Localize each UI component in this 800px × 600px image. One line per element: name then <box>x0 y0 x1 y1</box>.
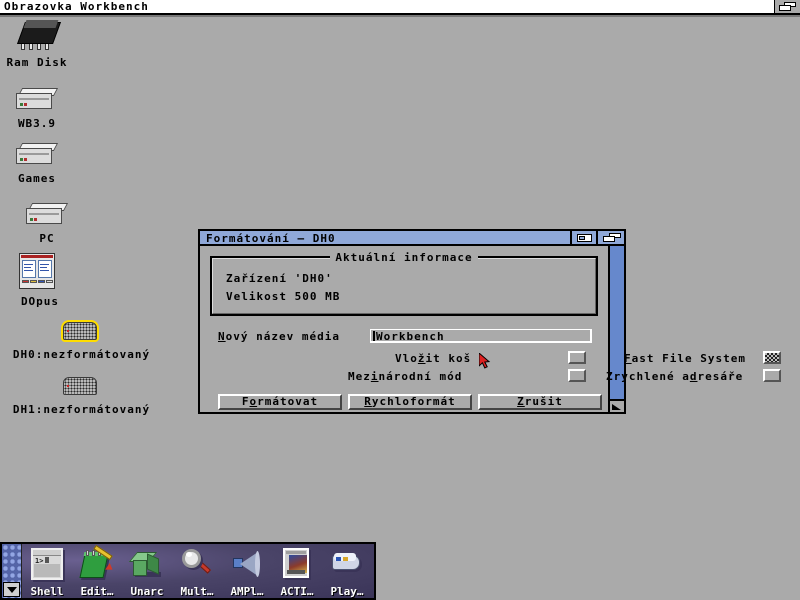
fast-file-system-checkbox[interactable] <box>763 351 781 364</box>
international-mode-checkbox-label: Mezinárodní mód <box>348 370 463 383</box>
speaker-icon <box>231 548 263 580</box>
desktop-icon-dopus[interactable]: DOpus <box>14 253 66 308</box>
format-window-right-border <box>608 246 624 412</box>
desktop-icon-games[interactable]: Games <box>12 142 62 185</box>
dock-item-ampl[interactable]: AMPl… <box>224 546 270 598</box>
dock-item-mult[interactable]: Mult… <box>174 546 220 598</box>
dock-item-unarc[interactable]: Unarc <box>124 546 170 598</box>
window-zoom-icon <box>577 234 592 242</box>
dock-item-label: Unarc <box>130 585 164 598</box>
format-window-zoom-gadget[interactable] <box>570 231 596 244</box>
dock-item-label: Mult… <box>180 585 214 598</box>
notepad-pencil-icon <box>79 544 115 580</box>
window-resize-icon <box>612 404 621 410</box>
checkbox-row-1: Vložit koš Fast File System <box>200 351 781 365</box>
format-window-resize-gadget[interactable] <box>608 399 624 412</box>
unformatted-disk-icon <box>61 320 103 346</box>
cancel-button[interactable]: Zrušit <box>478 394 602 410</box>
dock-item-play[interactable]: Play… <box>324 546 370 598</box>
format-window-title: Formátování – DH0 <box>206 232 336 245</box>
text-caret <box>373 331 375 341</box>
dock-item-label: Play… <box>330 585 364 598</box>
desktop-icon-label: Ram Disk <box>6 56 68 69</box>
dock-item-label: ACTI… <box>280 585 314 598</box>
screen-depth-gadget[interactable] <box>774 0 800 13</box>
info-device-line: Zařízení 'DH0' <box>226 272 333 285</box>
desktop-icon-dh1[interactable]: DH1:nezformátovaný <box>4 375 159 416</box>
current-info-group: Aktuální informace Zařízení 'DH0' Veliko… <box>210 251 598 316</box>
desktop-icon-label: Games <box>17 172 57 185</box>
media-name-label: Nový název média <box>218 330 340 343</box>
desktop-icon-label: DH0:nezformátovaný <box>12 348 151 361</box>
dock-collapse-button[interactable] <box>3 582 20 597</box>
current-info-group-title: Aktuální informace <box>330 251 478 264</box>
format-window-title-bar[interactable]: Formátování – DH0 <box>200 231 624 246</box>
checkbox-row-2: Mezinárodní mód Zrychlené adresáře <box>200 369 781 383</box>
hard-drive-icon <box>26 202 69 230</box>
fast-dirs-checkbox[interactable] <box>763 369 781 382</box>
magnifier-icon <box>181 548 213 580</box>
media-name-input[interactable]: Workbench <box>370 329 592 343</box>
current-info-group-title-wrap: Aktuální informace <box>212 251 596 264</box>
desktop-icon-label: DH1:nezformátovaný <box>12 403 151 416</box>
quick-format-button[interactable]: Rychloformát <box>348 394 472 410</box>
screen-title-text: Obrazovka Workbench <box>4 0 149 13</box>
desktop-icon-label: PC <box>39 232 55 245</box>
workbench-desktop[interactable]: Ram Disk WB3.9 Games PC DOpus DH0:nezfor… <box>0 17 800 600</box>
shell-window-icon: 1> <box>31 548 63 580</box>
format-window-depth-gadget[interactable] <box>596 231 624 244</box>
amidock-toolbar[interactable]: 1> Shell Edit… Unarc Mult… AMPl… ACTI… P… <box>0 542 376 600</box>
hard-drive-icon <box>16 87 59 115</box>
fast-dirs-checkbox-label: Zrychlené adresáře <box>606 370 744 383</box>
picture-viewer-icon <box>281 548 313 580</box>
format-window-body: Aktuální informace Zařízení 'DH0' Veliko… <box>200 246 781 412</box>
green-cube-icon <box>128 548 163 580</box>
media-name-row: Nový název média Workbench <box>218 329 596 343</box>
desktop-icon-ram-disk[interactable]: Ram Disk <box>6 20 68 69</box>
ram-chip-icon <box>15 20 63 54</box>
media-name-value: Workbench <box>376 330 445 343</box>
screen-title-bar[interactable]: Obrazovka Workbench <box>0 0 800 13</box>
format-button[interactable]: Formátovat <box>218 394 342 410</box>
trashcan-checkbox-label: Vložit koš <box>395 352 472 365</box>
desktop-icon-pc[interactable]: PC <box>22 202 72 245</box>
window-depth-icon <box>603 233 621 242</box>
hard-drive-icon <box>16 142 59 170</box>
info-size-line: Velikost 500 MB <box>226 290 341 303</box>
dock-item-label: Edit… <box>80 585 114 598</box>
unformatted-disk-icon <box>61 375 103 401</box>
directory-opus-icon <box>19 253 61 293</box>
trashcan-checkbox[interactable] <box>568 351 586 364</box>
desktop-icon-label: DOpus <box>20 295 60 308</box>
dock-item-shell[interactable]: 1> Shell <box>24 546 70 598</box>
dock-item-edit[interactable]: Edit… <box>74 544 120 598</box>
dock-item-label: AMPl… <box>230 585 264 598</box>
desktop-icon-label: WB3.9 <box>17 117 57 130</box>
chevron-down-icon <box>7 587 17 593</box>
format-dialog-window[interactable]: Formátování – DH0 Aktuální informace Zař… <box>198 229 781 414</box>
media-player-icon <box>331 548 363 580</box>
desktop-icon-wb39[interactable]: WB3.9 <box>12 87 62 130</box>
dock-drag-handle[interactable] <box>2 544 22 598</box>
depth-arrange-icon <box>779 2 796 11</box>
dock-item-label: Shell <box>30 585 64 598</box>
fast-file-system-checkbox-label: Fast File System <box>624 352 746 365</box>
dock-item-acti[interactable]: ACTI… <box>274 546 320 598</box>
desktop-icon-dh0[interactable]: DH0:nezformátovaný <box>4 320 159 361</box>
international-mode-checkbox[interactable] <box>568 369 586 382</box>
